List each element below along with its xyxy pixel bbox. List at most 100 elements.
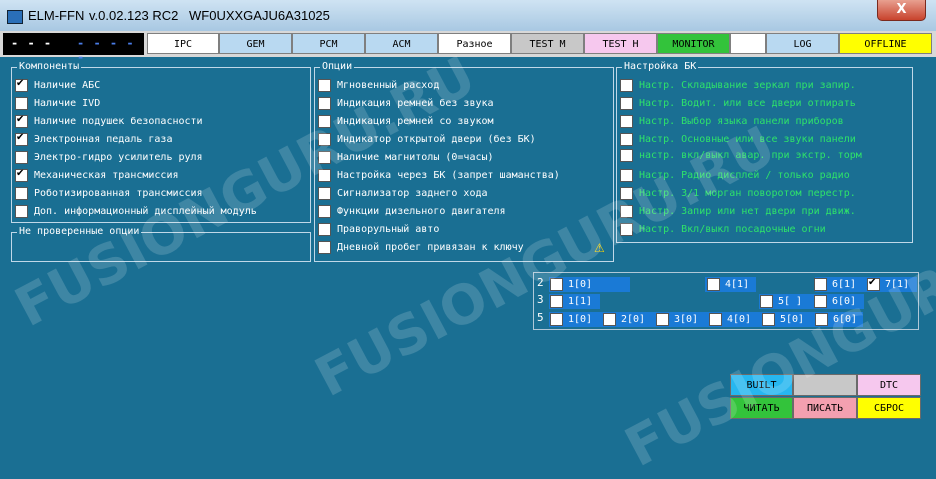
- bk-setting-item[interactable]: настр. вкл/выкл авар. при экстр. торм: [620, 147, 862, 163]
- checkbox[interactable]: [318, 204, 331, 218]
- tab-monitor[interactable]: MONITOR: [657, 33, 730, 54]
- checkbox[interactable]: [15, 186, 28, 200]
- matrix-cell[interactable]: 4[0]: [709, 312, 751, 327]
- checkbox[interactable]: [15, 114, 28, 128]
- checkbox[interactable]: [318, 96, 331, 110]
- matrix-row-number: 2: [537, 276, 544, 289]
- component-item[interactable]: Электро-гидро усилитель руля: [15, 149, 203, 165]
- checkbox[interactable]: [620, 168, 633, 182]
- bk-setting-item[interactable]: Настр. Водит. или все двери отпирать: [620, 95, 856, 111]
- option-item[interactable]: Праворульный авто: [318, 221, 439, 237]
- component-item[interactable]: Наличие IVD: [15, 95, 100, 111]
- checkbox[interactable]: [620, 204, 633, 218]
- matrix-cell[interactable]: 7[1]: [867, 277, 909, 292]
- matrix-cell[interactable]: 6[1]: [814, 277, 856, 292]
- component-item[interactable]: Наличие АБС: [15, 77, 100, 93]
- matrix-cell[interactable]: 6[0]: [815, 312, 857, 327]
- matrix-cell[interactable]: 1[1]: [550, 294, 592, 309]
- checkbox[interactable]: [15, 204, 28, 218]
- checkbox[interactable]: [15, 168, 28, 182]
- checkbox[interactable]: [815, 313, 828, 326]
- checkbox[interactable]: [318, 240, 331, 254]
- checkbox[interactable]: [867, 277, 880, 291]
- checkbox[interactable]: [814, 278, 827, 291]
- matrix-cell[interactable]: 1[0]: [550, 277, 592, 292]
- tab-test-h[interactable]: TEST H: [584, 33, 657, 54]
- checkbox[interactable]: [620, 96, 633, 110]
- bk-setting-item[interactable]: Настр. Выбор языка панели приборов: [620, 113, 844, 129]
- checkbox[interactable]: [620, 222, 633, 236]
- matrix-cell[interactable]: 3[0]: [656, 312, 698, 327]
- checkbox[interactable]: [709, 313, 722, 326]
- blank-button[interactable]: [793, 374, 857, 396]
- tab-offline[interactable]: OFFLINE: [839, 33, 932, 54]
- checkbox[interactable]: [620, 78, 633, 92]
- checkbox[interactable]: [318, 186, 331, 200]
- checkbox[interactable]: [318, 114, 331, 128]
- checkbox[interactable]: [550, 295, 563, 308]
- checkbox[interactable]: [550, 313, 563, 326]
- checkbox[interactable]: [707, 278, 720, 291]
- tab-log[interactable]: LOG: [766, 33, 839, 54]
- option-item[interactable]: Дневной пробег привязан к ключу: [318, 239, 524, 255]
- matrix-row-number: 5: [537, 311, 544, 324]
- checkbox[interactable]: [603, 313, 616, 326]
- checkbox[interactable]: [15, 78, 28, 92]
- component-item[interactable]: Электронная педаль газа: [15, 131, 172, 147]
- option-item[interactable]: Настройка через БК (запрет шаманства): [318, 167, 560, 183]
- bk-setting-item[interactable]: Настр. Складывание зеркал при запир.: [620, 77, 856, 93]
- tab-ipc[interactable]: IPC: [147, 33, 219, 54]
- tab-pcm[interactable]: PCM: [292, 33, 365, 54]
- option-item[interactable]: Индикация ремней со звуком: [318, 113, 494, 129]
- option-item[interactable]: Индикатор открытой двери (без БК): [318, 131, 536, 147]
- checkbox[interactable]: [15, 150, 28, 164]
- checkbox[interactable]: [15, 132, 28, 146]
- matrix-cell[interactable]: 2[0]: [603, 312, 645, 327]
- checkbox[interactable]: [762, 313, 775, 326]
- checkbox[interactable]: [318, 78, 331, 92]
- option-item[interactable]: Функции дизельного двигателя: [318, 203, 506, 219]
- bk-setting-item[interactable]: Настр. Радио дисплей / только радио: [620, 167, 850, 183]
- tab-blank[interactable]: [730, 33, 766, 54]
- checkbox[interactable]: [318, 168, 331, 182]
- tab-gem[interactable]: GEM: [219, 33, 292, 54]
- checkbox[interactable]: [620, 132, 633, 146]
- bk-setting-item[interactable]: Настр. Запир или нет двери при движ.: [620, 203, 856, 219]
- checkbox[interactable]: [656, 313, 669, 326]
- matrix-cell[interactable]: 5[ ]: [760, 294, 802, 309]
- checkbox[interactable]: [318, 132, 331, 146]
- component-item[interactable]: Наличие подушек безопасности: [15, 113, 203, 129]
- component-item[interactable]: Роботизированная трансмиссия: [15, 185, 203, 201]
- checkbox[interactable]: [760, 295, 773, 308]
- matrix-cell[interactable]: 6[0]: [814, 294, 856, 309]
- tab-test-m[interactable]: TEST M: [511, 33, 584, 54]
- checkbox[interactable]: [318, 150, 331, 164]
- tab-acm[interactable]: ACM: [365, 33, 438, 54]
- option-item[interactable]: Индикация ремней без звука: [318, 95, 494, 111]
- bk-setting-item[interactable]: Настр. 3/1 морган поворотом перестр.: [620, 185, 856, 201]
- checkbox[interactable]: [620, 186, 633, 200]
- tab-misc[interactable]: Разное: [438, 33, 511, 54]
- matrix-cell[interactable]: 4[1]: [707, 277, 749, 292]
- option-item[interactable]: Мгновенный расход: [318, 77, 439, 93]
- option-item[interactable]: Наличие магнитолы (0=часы): [318, 149, 494, 165]
- checkbox[interactable]: [15, 96, 28, 110]
- component-item[interactable]: Механическая трансмиссия: [15, 167, 179, 183]
- checkbox[interactable]: [814, 295, 827, 308]
- read-button[interactable]: ЧИТАТЬ: [730, 397, 793, 419]
- dtc-button[interactable]: DTC: [857, 374, 921, 396]
- built-button[interactable]: BUILT: [730, 374, 793, 396]
- close-button[interactable]: X: [877, 0, 926, 21]
- matrix-cell[interactable]: 5[0]: [762, 312, 804, 327]
- checkbox[interactable]: [550, 278, 563, 291]
- checkbox[interactable]: [620, 114, 633, 128]
- checkbox[interactable]: [620, 148, 633, 162]
- bk-setting-item[interactable]: Настр. Вкл/выкл посадочные огни: [620, 221, 826, 237]
- reset-button[interactable]: СБРОС: [857, 397, 921, 419]
- matrix-cell[interactable]: 1[0]: [550, 312, 592, 327]
- option-item[interactable]: Сигнализатор заднего хода: [318, 185, 488, 201]
- write-button[interactable]: ПИСАТЬ: [793, 397, 857, 419]
- bk-setting-item[interactable]: Настр. Основные или все звуки панели: [620, 131, 856, 147]
- component-item[interactable]: Доп. информационный дисплейный модуль: [15, 203, 257, 219]
- checkbox[interactable]: [318, 222, 331, 236]
